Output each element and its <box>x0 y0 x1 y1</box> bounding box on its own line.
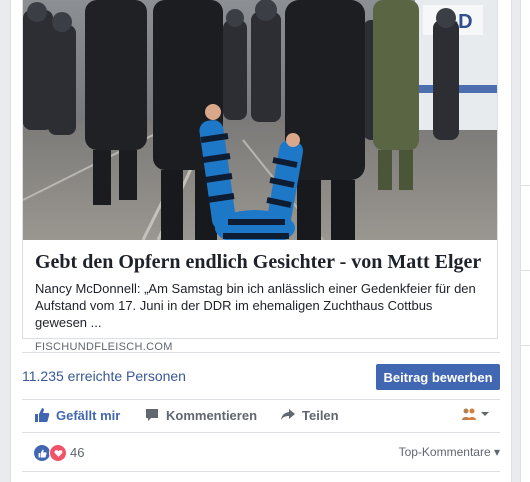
comment-label: Kommentieren <box>166 407 258 423</box>
share-label: Teilen <box>302 407 339 423</box>
caret-down-icon: ▾ <box>493 445 500 459</box>
thumbs-up-icon <box>35 408 50 422</box>
top-comments-dropdown[interactable]: Top-Kommentare ▾ <box>399 445 500 459</box>
reaction-icons[interactable] <box>33 444 67 462</box>
comment-button[interactable]: Kommentieren <box>144 407 257 423</box>
adjacent-panel <box>520 0 530 482</box>
link-preview-image[interactable]: H-D <box>23 0 497 240</box>
promote-post-button[interactable]: Beitrag bewerben <box>376 364 500 390</box>
share-button[interactable]: Teilen <box>280 407 339 423</box>
reach-row: 11.235 erreichte Personen Beitrag bewerb… <box>22 352 500 400</box>
photo-icon: H-D <box>23 0 497 240</box>
divider <box>22 471 500 472</box>
post-actions: Gefällt mir Kommentieren Teilen <box>22 399 500 433</box>
link-text-block[interactable]: Gebt den Opfern endlich Gesichter - von … <box>35 250 485 353</box>
like-button[interactable]: Gefällt mir <box>34 407 120 423</box>
share-icon <box>281 409 295 420</box>
reactions-row: 46 Top-Kommentare ▾ <box>22 433 500 471</box>
top-comments-label: Top-Kommentare <box>398 445 491 459</box>
friends-icon <box>462 408 476 420</box>
link-preview[interactable]: H-D <box>22 0 498 353</box>
love-reaction-icon <box>49 444 67 462</box>
audience-selector[interactable] <box>461 407 490 421</box>
post-card: H-D <box>10 0 512 482</box>
reach-count[interactable]: 11.235 erreichte Personen <box>22 368 186 384</box>
link-title[interactable]: Gebt den Opfern endlich Gesichter - von … <box>35 250 485 274</box>
comment-icon <box>146 409 158 421</box>
link-description-line-2: Aufstand vom 17. Juni in der DDR im ehem… <box>35 298 433 330</box>
link-description: Nancy McDonnell: „Am Samstag bin ich anl… <box>35 280 485 331</box>
like-label: Gefällt mir <box>56 407 121 423</box>
reaction-count[interactable]: 46 <box>70 445 84 460</box>
link-description-line-1: Nancy McDonnell: „Am Samstag bin ich anl… <box>35 281 476 296</box>
chevron-down-icon <box>481 412 489 416</box>
